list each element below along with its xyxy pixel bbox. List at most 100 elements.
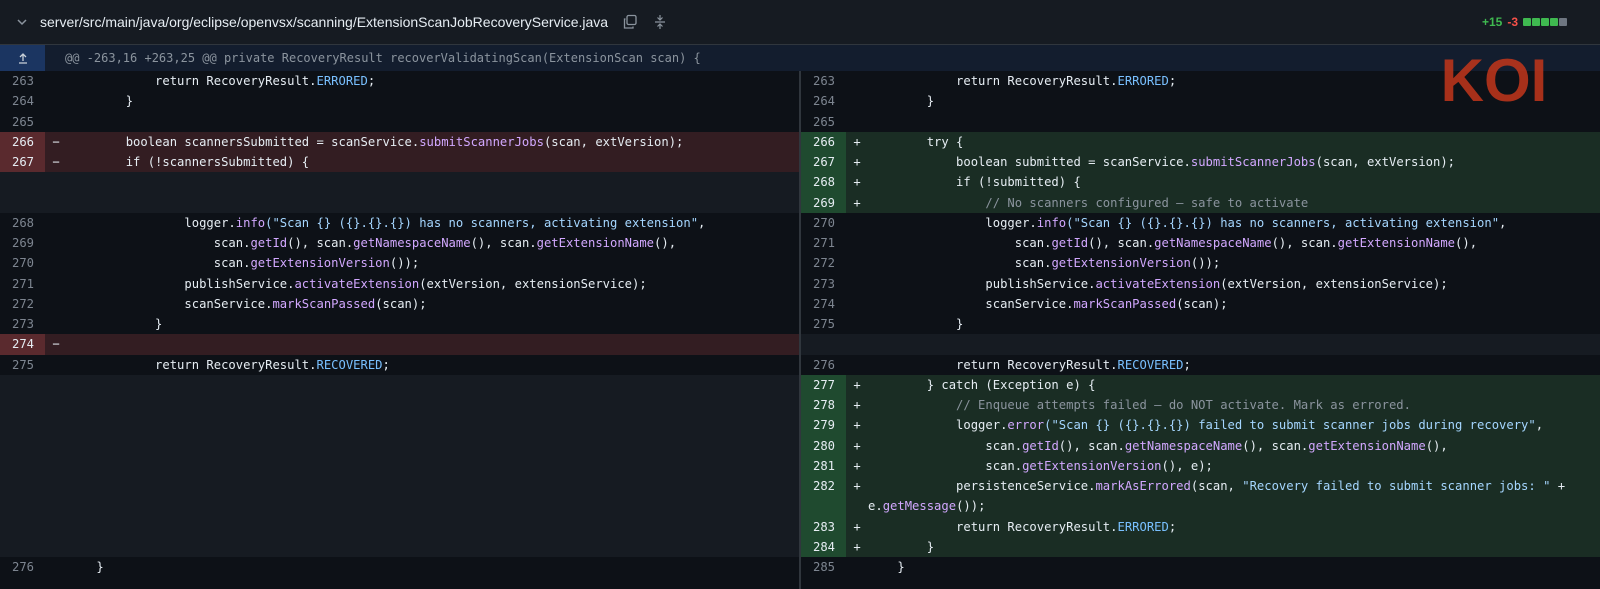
diff-marker: [45, 172, 67, 192]
line-number[interactable]: 266: [801, 131, 846, 152]
code-token: (), e);: [1161, 458, 1213, 473]
hunk-header: @@ -263,16 +263,25 @@ private RecoveryRe…: [0, 45, 1600, 71]
line-number[interactable]: 269: [801, 192, 846, 213]
line-number[interactable]: 282: [801, 476, 846, 497]
expand-up-button[interactable]: [0, 45, 45, 71]
diff-marker: [45, 355, 67, 375]
line-number[interactable]: 269: [0, 233, 45, 253]
line-number[interactable]: 283: [801, 516, 846, 537]
code-token: ("Scan {} ({}.{}.{}) failed to submit sc…: [1044, 418, 1536, 433]
line-number[interactable]: 266: [0, 131, 45, 152]
code-line: persistenceService.markAsErrored(scan, "…: [868, 476, 1600, 496]
code-token: publishService.: [67, 276, 295, 291]
diff-marker: +: [853, 195, 861, 210]
line-number[interactable]: 274: [801, 294, 846, 314]
line-number[interactable]: 281: [801, 455, 846, 476]
right-diff-row: 278 + // Enqueue attempts failed — do NOT…: [801, 395, 1600, 416]
code-line: if (!scannersSubmitted) {: [67, 152, 799, 172]
line-number[interactable]: 271: [0, 274, 45, 294]
right-diff-row: 279 + logger.error("Scan {} ({}.{}.{}) fa…: [801, 415, 1600, 436]
line-number[interactable]: 274: [0, 334, 45, 355]
diff-marker: [45, 436, 67, 456]
line-number[interactable]: 284: [801, 536, 846, 557]
line-number[interactable]: 270: [0, 253, 45, 273]
line-number[interactable]: 265: [0, 112, 45, 132]
code-token: (scan,: [1190, 479, 1243, 493]
code-token: }: [67, 560, 104, 574]
diff-marker: [45, 314, 67, 334]
code-token: scan.: [67, 256, 251, 271]
copy-icon[interactable]: [622, 14, 638, 30]
code-token: ("Scan {} ({}.{}.{}) has no scanners, ac…: [265, 215, 699, 230]
right-diff-row: e.getMessage());: [801, 496, 1600, 517]
file-path[interactable]: server/src/main/java/org/eclipse/openvsx…: [40, 14, 608, 30]
diffstat-block: [1559, 18, 1567, 26]
line-number: [0, 455, 45, 476]
left-diff-row: [0, 395, 799, 416]
expand-all-icon[interactable]: [652, 14, 668, 30]
code-line: }: [67, 557, 799, 577]
code-line: scan.getExtensionVersion(), e);: [868, 456, 1600, 476]
line-number[interactable]: 271: [801, 233, 846, 253]
line-number[interactable]: 263: [801, 71, 846, 91]
diff-marker: [846, 112, 868, 132]
left-diff-row: 276 }: [0, 557, 799, 577]
line-number[interactable]: 276: [801, 355, 846, 375]
chevron-down-icon[interactable]: [14, 14, 30, 30]
code-line: }: [67, 314, 799, 334]
line-number[interactable]: 265: [801, 112, 846, 132]
line-number[interactable]: 277: [801, 374, 846, 395]
line-number[interactable]: 278: [801, 395, 846, 416]
code-token: (), scan.: [470, 236, 537, 250]
line-number[interactable]: 276: [0, 557, 45, 577]
line-number[interactable]: 267: [0, 152, 45, 173]
right-diff-row: 267 + boolean submitted = scanService.sub…: [801, 152, 1600, 173]
line-number[interactable]: 273: [0, 314, 45, 334]
code-token: scan.: [868, 438, 1023, 453]
code-token: }: [868, 560, 905, 574]
code-token: e.: [868, 499, 883, 514]
line-number[interactable]: 275: [801, 314, 846, 334]
code-token: ;: [367, 74, 376, 88]
expand-up-icon: [18, 53, 27, 64]
line-number[interactable]: 272: [0, 294, 45, 314]
code-token: markAsErrored: [1095, 479, 1191, 493]
right-diff-row: [801, 334, 1600, 355]
code-token: (), scan.: [287, 236, 354, 250]
line-number[interactable]: 264: [0, 91, 45, 111]
line-number[interactable]: 275: [0, 355, 45, 375]
code-token: ,: [1535, 418, 1544, 433]
line-number[interactable]: 280: [801, 435, 846, 456]
code-line: scanService.markScanPassed(scan);: [868, 294, 1600, 314]
diff-marker: [45, 233, 67, 253]
code-line: // Enqueue attempts failed — do NOT acti…: [868, 395, 1600, 415]
line-number[interactable]: 268: [801, 172, 846, 193]
line-number[interactable]: 268: [0, 213, 45, 233]
line-number[interactable]: 273: [801, 274, 846, 294]
diff-marker: [45, 537, 67, 557]
diff-marker: [846, 91, 868, 111]
code-token: getExtensionVersion: [250, 256, 390, 271]
code-token: return RecoveryResult.: [868, 519, 1118, 534]
line-number[interactable]: 270: [801, 213, 846, 233]
line-number[interactable]: [801, 496, 846, 517]
line-number: [801, 334, 846, 355]
line-number[interactable]: 272: [801, 253, 846, 273]
right-diff-row: 285 }: [801, 557, 1600, 577]
code-token: (), scan.: [1242, 438, 1309, 453]
line-number[interactable]: 279: [801, 415, 846, 436]
line-number: [0, 536, 45, 557]
left-diff-row: [0, 455, 799, 476]
code-token: (), scan.: [1088, 236, 1155, 250]
code-line: scan.getExtensionVersion());: [868, 253, 1600, 273]
code-token: getNamespaceName: [353, 236, 471, 250]
line-number[interactable]: 267: [801, 152, 846, 173]
line-number[interactable]: 264: [801, 91, 846, 111]
line-number[interactable]: 285: [801, 557, 846, 577]
line-number[interactable]: 263: [0, 71, 45, 91]
diff-marker: [846, 334, 868, 354]
code-token: RECOVERED: [1117, 357, 1184, 372]
